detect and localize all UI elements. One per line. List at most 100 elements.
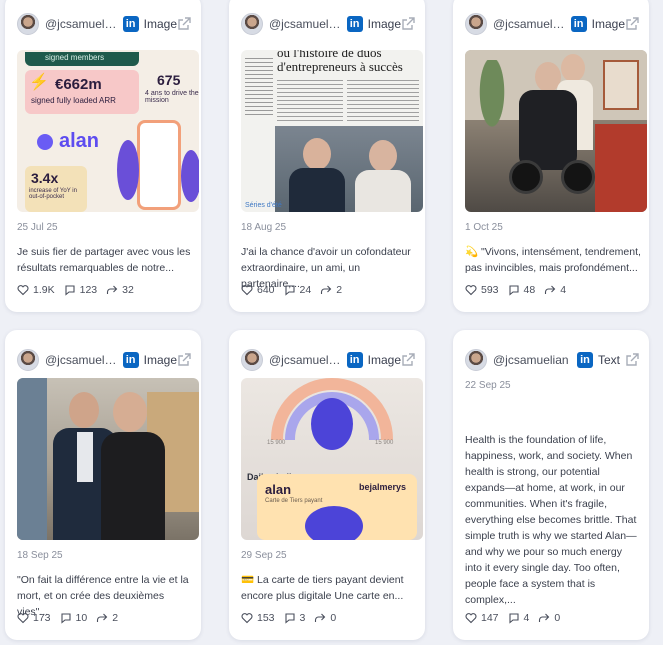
post-card[interactable]: @jcsamuelli... in Image 15 900 15 900 Da… [229,330,425,640]
post-text: 💳 La carte de tiers payant devient encor… [241,574,404,602]
heart-icon [17,613,29,624]
external-link-icon[interactable] [401,353,415,367]
post-stats: 593 48 4 [465,284,575,296]
likes-count: 593 [481,284,499,296]
external-link-icon[interactable] [625,17,639,31]
post-card[interactable]: @jcsamuelli... in Image 1 Oct 25 💫 "Vivo… [453,0,649,312]
author-handle: @jcsamuelli... [269,17,343,31]
post-image[interactable]: 15 900 15 900 Daily challenge alan bejal… [241,378,423,540]
post-text: Health is the foundation of life, happin… [465,434,637,606]
shares-count: 4 [560,284,567,296]
shares-count: 0 [330,612,337,624]
media-caption: 4 ans to drive the mission [145,90,199,104]
post-card[interactable]: @jcsamuelli... in Image 18 Sep 25 "On fa… [5,330,201,640]
likes-count: 1.9K [33,284,55,296]
post-header: @jcsamuelli... in Image [17,348,191,372]
media-caption: 675 [157,72,181,88]
linkedin-icon: in [346,352,363,368]
likes-count: 147 [481,612,499,624]
post-card[interactable]: @jcsamuelli... in Image signed members €… [5,0,201,312]
external-link-icon[interactable] [177,353,191,367]
shares-count: 32 [122,284,134,296]
heart-icon [17,285,29,296]
comments-count: 3 [299,612,306,624]
post-card[interactable]: @jcsamuelian in Text 22 Sep 25 Health is… [453,330,649,640]
comment-icon [508,285,519,296]
linkedin-icon: in [570,16,587,32]
post-type-label: Image [143,17,177,31]
comment-icon [284,285,295,296]
post-stats: 173 10 2 [17,612,127,624]
share-icon [107,285,118,294]
post-date: 29 Sep 25 [241,550,287,561]
post-image[interactable] [465,50,647,212]
comments-count: 24 [299,284,312,296]
external-link-icon[interactable] [625,353,639,367]
media-caption: Séries d'été [245,202,282,209]
post-card[interactable]: @jcsamuelli... in Image ou l'histoire de… [229,0,425,312]
post-type-label: Image [367,17,401,31]
comments-count: 4 [523,612,530,624]
post-type-label: Text [598,353,621,367]
likes-count: 173 [33,612,51,624]
comments-count: 123 [79,284,98,296]
external-link-icon[interactable] [401,17,415,31]
post-image[interactable]: ou l'histoire de duos d'entrepreneurs à … [241,50,423,212]
likes-count: 153 [257,612,275,624]
media-caption: bejalmerys [359,482,407,492]
comment-icon [284,613,295,624]
heart-icon [465,285,477,296]
post-date: 18 Aug 25 [241,222,287,233]
post-header: @jcsamuelian in Text [465,348,639,372]
avatar [465,13,487,35]
media-caption: €662m [55,76,102,93]
media-caption: 15 900 [375,440,394,446]
post-date: 25 Jul 25 [17,222,58,233]
author-handle: @jcsamuelian [493,353,569,367]
comment-icon [508,613,519,624]
post-date: 22 Sep 25 [465,380,511,391]
author-handle: @jcsamuelli... [269,353,343,367]
comment-icon [60,613,71,624]
author-handle: @jcsamuelli... [493,17,567,31]
share-icon [545,285,556,294]
comment-icon [65,285,75,296]
share-icon [321,285,332,294]
post-image[interactable] [17,378,199,540]
shares-count: 2 [112,612,119,624]
heart-icon [241,285,253,296]
media-caption: alan [265,482,292,497]
media-caption: ou l'histoire de duos d'entrepreneurs à … [277,50,403,74]
avatar [17,13,39,35]
media-caption: increase of YoY in out-of-pocket [29,188,77,200]
media-caption: signed members [45,53,105,62]
post-text: Je suis fier de partager avec vous les r… [17,246,191,274]
post-image[interactable]: signed members €662m signed fully loaded… [17,50,199,212]
post-date: 18 Sep 25 [17,550,63,561]
linkedin-icon: in [122,16,139,32]
external-link-icon[interactable] [177,17,191,31]
linkedin-icon: in [577,352,593,368]
media-caption: alan [59,130,100,152]
post-type-label: Image [591,17,625,31]
linkedin-icon: in [346,16,363,32]
shares-count: 2 [336,284,343,296]
share-icon [97,613,108,622]
post-text: 💫 "Vivons, intensément, tendrement, pas … [465,246,641,274]
post-stats: 153 3 0 [241,612,345,624]
heart-icon [241,613,253,624]
post-header: @jcsamuelli... in Image [17,12,191,36]
likes-count: 640 [257,284,275,296]
share-icon [315,613,326,622]
avatar [465,349,487,371]
heart-icon [465,613,477,624]
comments-count: 48 [523,284,536,296]
avatar [241,13,263,35]
post-header: @jcsamuelli... in Image [465,12,639,36]
post-header: @jcsamuelli... in Image [241,12,415,36]
post-stats: 147 4 0 [465,612,569,624]
comments-count: 10 [75,612,88,624]
media-caption: 15 900 [267,440,286,446]
author-handle: @jcsamuelli... [45,17,119,31]
media-caption: 3.4x [31,170,59,186]
